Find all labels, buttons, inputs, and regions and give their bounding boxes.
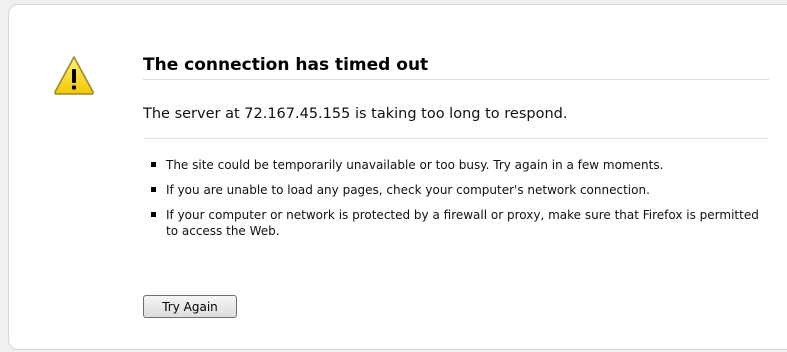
suggestion-text: If you are unable to load any pages, che… [166,183,650,197]
try-again-button[interactable]: Try Again [143,295,237,318]
suggestion-item: If you are unable to load any pages, che… [151,182,771,198]
error-short-description: The server at 72.167.45.155 is taking to… [143,104,769,139]
error-page-container: The connection has timed out The server … [8,4,787,350]
suggestion-item: The site could be temporarily unavailabl… [151,157,771,173]
suggestion-item: If your computer or network is protected… [151,207,771,239]
bullet-icon [151,212,156,217]
suggestion-text: The site could be temporarily unavailabl… [166,158,664,172]
bullet-icon [151,187,156,192]
error-suggestions-list: The site could be temporarily unavailabl… [151,157,771,248]
error-title: The connection has timed out [143,55,769,80]
suggestion-text: If your computer or network is protected… [166,208,759,238]
bullet-icon [151,162,156,167]
warning-icon [54,56,94,95]
